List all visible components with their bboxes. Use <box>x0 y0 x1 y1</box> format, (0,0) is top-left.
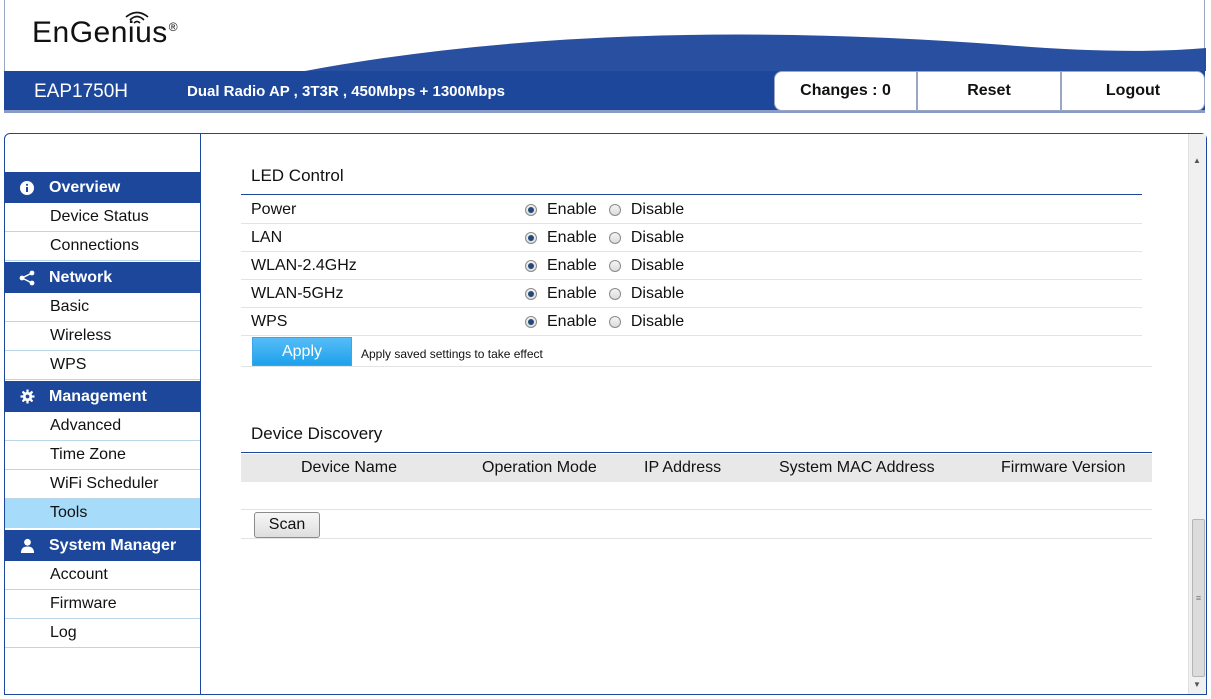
grip-icon: ≡ <box>1195 593 1202 603</box>
sidebar-item-device-status[interactable]: Device Status <box>5 203 200 232</box>
sidebar-section-system-manager[interactable]: System Manager <box>5 530 200 561</box>
vertical-scrollbar[interactable]: ▲ ≡ ▼ <box>1188 134 1206 694</box>
scan-button[interactable]: Scan <box>254 512 320 538</box>
main-frame: Overview Device Status Connections Netwo… <box>4 133 1207 695</box>
led-label-wps: WPS <box>251 313 288 330</box>
sidebar: Overview Device Status Connections Netwo… <box>5 134 201 694</box>
info-icon <box>5 180 49 195</box>
reset-button[interactable]: Reset <box>917 71 1061 111</box>
sidebar-item-firmware[interactable]: Firmware <box>5 590 200 619</box>
led-label-wlan-5: WLAN-5GHz <box>251 285 344 302</box>
gear-icon <box>5 389 49 404</box>
header-swoosh <box>305 34 1206 71</box>
header-banner: EAP1750H Dual Radio AP , 3T3R , 450Mbps … <box>4 71 1205 113</box>
row-divider <box>241 335 1142 336</box>
led-wps-radios: Enable Disable <box>525 313 696 331</box>
sidebar-item-wifi-scheduler[interactable]: WiFi Scheduler <box>5 470 200 499</box>
col-system-mac: System MAC Address <box>779 459 935 476</box>
sidebar-item-basic[interactable]: Basic <box>5 293 200 322</box>
row-divider <box>241 538 1152 539</box>
led-label-power: Power <box>251 201 297 218</box>
led-label-lan: LAN <box>251 229 283 246</box>
sidebar-section-management[interactable]: Management <box>5 381 200 412</box>
device-discovery-title: Device Discovery <box>251 424 383 443</box>
model-name: EAP1750H <box>34 81 129 102</box>
scroll-down-icon[interactable]: ▼ <box>1193 680 1201 689</box>
col-ip-address: IP Address <box>644 459 722 476</box>
row-divider <box>241 509 1152 510</box>
led-control-title: LED Control <box>251 166 344 185</box>
content-area: LED Control Power Enable Disable LAN Ena… <box>202 134 1187 694</box>
power-disable-radio[interactable] <box>608 204 621 216</box>
lan-disable-radio[interactable] <box>608 232 621 244</box>
apply-button[interactable]: Apply <box>252 337 352 366</box>
led-lan-radios: Enable Disable <box>525 229 696 247</box>
row-divider <box>241 307 1142 308</box>
sidebar-section-network[interactable]: Network <box>5 262 200 293</box>
row-divider <box>241 251 1142 252</box>
row-divider <box>241 366 1152 367</box>
sidebar-section-overview[interactable]: Overview <box>5 172 200 203</box>
col-device-name: Device Name <box>301 459 398 476</box>
model-description: Dual Radio AP , 3T3R , 450Mbps + 1300Mbp… <box>187 83 506 100</box>
wlan24-enable-radio[interactable] <box>525 260 537 272</box>
wps-disable-radio[interactable] <box>608 316 621 328</box>
lan-enable-radio[interactable] <box>525 232 537 244</box>
wlan5-disable-radio[interactable] <box>608 288 621 300</box>
changes-button[interactable]: Changes : 0 <box>774 71 917 111</box>
power-enable-radio[interactable] <box>525 204 537 216</box>
logout-button[interactable]: Logout <box>1061 71 1205 111</box>
sidebar-item-wps[interactable]: WPS <box>5 351 200 380</box>
scroll-up-icon[interactable]: ▲ <box>1193 156 1201 165</box>
engenius-logo: EnGenius® <box>32 16 179 49</box>
row-divider <box>241 223 1142 224</box>
discovery-table-header: Device Name Operation Mode IP Address Sy… <box>241 454 1152 482</box>
apply-note: Apply saved settings to take effect <box>361 347 543 361</box>
led-control-divider <box>241 194 1142 195</box>
col-firmware-version: Firmware Version <box>1001 459 1126 476</box>
user-icon <box>5 538 49 553</box>
device-discovery-divider <box>241 452 1152 453</box>
sidebar-item-log[interactable]: Log <box>5 619 200 648</box>
sidebar-item-time-zone[interactable]: Time Zone <box>5 441 200 470</box>
wps-enable-radio[interactable] <box>525 316 537 328</box>
wifi-logo-icon <box>125 11 149 24</box>
led-wlan5-radios: Enable Disable <box>525 285 696 303</box>
wlan24-disable-radio[interactable] <box>608 260 621 272</box>
led-power-radios: Enable Disable <box>525 201 696 219</box>
sidebar-item-wireless[interactable]: Wireless <box>5 322 200 351</box>
led-label-wlan-24: WLAN-2.4GHz <box>251 257 357 274</box>
sidebar-item-advanced[interactable]: Advanced <box>5 412 200 441</box>
wlan5-enable-radio[interactable] <box>525 288 537 300</box>
scroll-thumb[interactable]: ≡ <box>1192 519 1205 677</box>
sidebar-item-account[interactable]: Account <box>5 561 200 590</box>
sidebar-item-tools[interactable]: Tools <box>5 499 200 528</box>
sidebar-item-connections[interactable]: Connections <box>5 232 200 261</box>
col-operation-mode: Operation Mode <box>482 459 597 476</box>
share-icon <box>5 270 49 286</box>
row-divider <box>241 279 1142 280</box>
led-wlan24-radios: Enable Disable <box>525 257 696 275</box>
